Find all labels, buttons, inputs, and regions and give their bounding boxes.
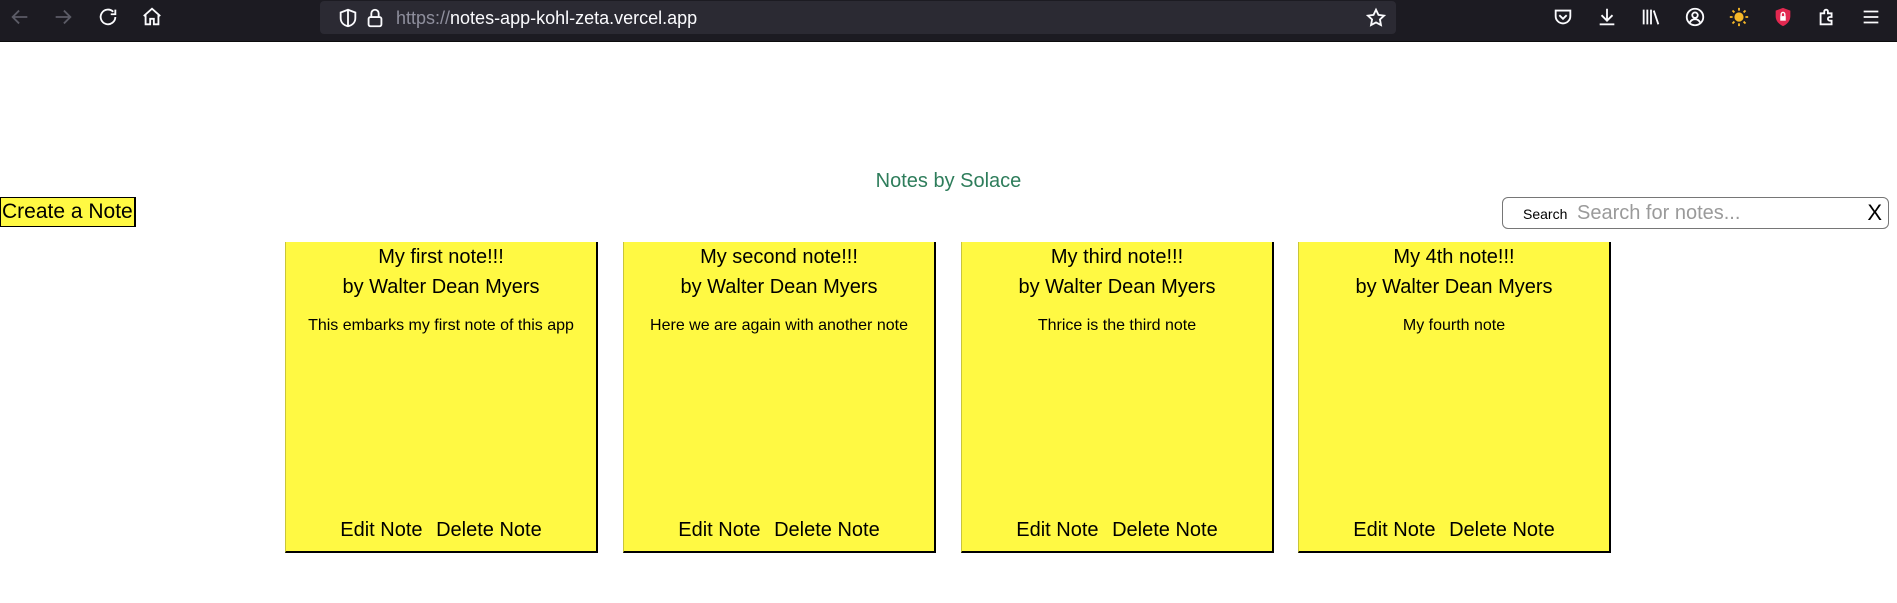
note-title: My 4th note!!! (1393, 246, 1515, 268)
note-actions: Edit Note Delete Note (286, 519, 596, 542)
library-icon (1642, 9, 1660, 25)
edit-note-button[interactable]: Edit Note (1353, 519, 1435, 541)
note-actions: Edit Note Delete Note (1299, 519, 1609, 542)
note-title: My third note!!! (1050, 246, 1184, 268)
home-icon (143, 7, 161, 26)
clear-search-button[interactable]: X (1867, 200, 1882, 226)
pocket-button[interactable] (1543, 0, 1583, 34)
account-button[interactable] (1675, 0, 1715, 34)
note-body: Thrice is the third note (1037, 317, 1197, 334)
reload-button[interactable] (88, 0, 128, 34)
page-title: Notes by Solace (875, 170, 1022, 192)
search-label: Search (1523, 206, 1568, 222)
home-button[interactable] (132, 0, 172, 34)
library-button[interactable] (1631, 0, 1671, 34)
url-scheme: https:// (396, 8, 451, 28)
password-manager-button[interactable] (1763, 0, 1803, 34)
extensions-button[interactable] (1807, 0, 1847, 34)
note-body: This embarks my first note of this app (308, 317, 574, 334)
site-info-button[interactable] (355, 1, 395, 35)
note-card: My third note!!! by Walter Dean Myers Th… (961, 242, 1274, 553)
search-input[interactable] (1577, 200, 1857, 226)
bookmark-button[interactable] (1356, 1, 1396, 35)
note-card: My second note!!! by Walter Dean Myers H… (623, 242, 936, 553)
delete-note-button[interactable]: Delete Note (1112, 519, 1218, 541)
lock-icon (367, 8, 383, 28)
puzzle-icon (1819, 8, 1833, 26)
url-host: notes-app-kohl-zeta.vercel.app (450, 8, 698, 28)
account-icon (1685, 7, 1705, 27)
download-icon (1599, 8, 1615, 26)
back-button[interactable] (0, 0, 40, 34)
create-note-button[interactable]: Create a Note (0, 197, 136, 227)
note-author: by Walter Dean Myers (342, 276, 540, 298)
arrow-right-icon (55, 9, 72, 25)
note-author: by Walter Dean Myers (1018, 276, 1216, 298)
note-author: by Walter Dean Myers (1355, 276, 1553, 298)
pocket-icon (1554, 9, 1572, 25)
note-body: My fourth note (1402, 317, 1506, 334)
edit-note-button[interactable]: Edit Note (678, 519, 760, 541)
lock-shield-icon (1775, 7, 1791, 27)
forward-button[interactable] (43, 0, 83, 34)
url-text[interactable]: https://notes-app-kohl-zeta.vercel.app (396, 8, 697, 29)
note-title: My first note!!! (378, 246, 504, 268)
sun-icon (1729, 7, 1749, 27)
hamburger-menu-icon (1863, 10, 1879, 24)
downloads-button[interactable] (1587, 0, 1627, 34)
delete-note-button[interactable]: Delete Note (436, 519, 542, 541)
arrow-left-icon (11, 9, 28, 25)
edit-note-button[interactable]: Edit Note (340, 519, 422, 541)
edit-note-button[interactable]: Edit Note (1016, 519, 1098, 541)
note-actions: Edit Note Delete Note (962, 519, 1272, 542)
search-box: Search X (1502, 197, 1889, 229)
menu-button[interactable] (1851, 0, 1891, 34)
note-title: My second note!!! (700, 246, 858, 268)
delete-note-button[interactable]: Delete Note (1449, 519, 1555, 541)
delete-note-button[interactable]: Delete Note (774, 519, 880, 541)
note-body: Here we are again with another note (650, 317, 908, 334)
reload-icon (99, 8, 117, 26)
url-bar[interactable]: https://notes-app-kohl-zeta.vercel.app (320, 1, 1396, 34)
browser-toolbar: https://notes-app-kohl-zeta.vercel.app (0, 0, 1897, 42)
theme-extension-button[interactable] (1719, 0, 1759, 34)
note-card: My 4th note!!! by Walter Dean Myers My f… (1298, 242, 1611, 553)
star-icon (1365, 7, 1387, 27)
note-card: My first note!!! by Walter Dean Myers Th… (285, 242, 598, 553)
note-author: by Walter Dean Myers (680, 276, 878, 298)
note-actions: Edit Note Delete Note (624, 519, 934, 542)
